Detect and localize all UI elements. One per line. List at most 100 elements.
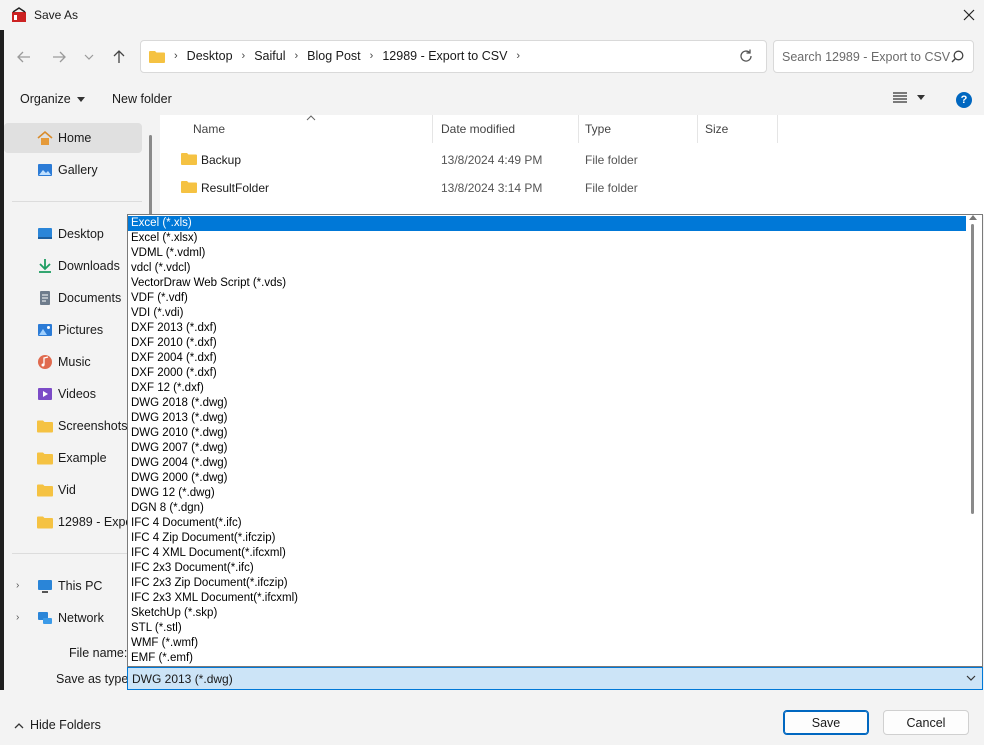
type-option[interactable]: DWG 2004 (*.dwg) (128, 456, 966, 471)
app-icon (11, 7, 27, 23)
save-as-type-select[interactable]: DWG 2013 (*.dwg) (127, 667, 983, 690)
column-header-name[interactable]: Name (193, 122, 225, 136)
type-option-list: Excel (*.xls) Excel (*.xlsx) VDML (*.vdml)… (128, 216, 966, 666)
file-row[interactable]: ResultFolder 13/8/2024 3:14 PM File fold… (160, 174, 984, 202)
sidebar-item-network[interactable]: › Network (4, 603, 142, 633)
file-name-label: File name: (69, 646, 128, 660)
column-header-size[interactable]: Size (705, 122, 728, 136)
sidebar-item-this-pc[interactable]: › This PC (4, 571, 142, 601)
file-row[interactable]: Backup 13/8/2024 4:49 PM File folder (160, 146, 984, 174)
hide-folders-button[interactable]: Hide Folders (14, 718, 101, 732)
type-option[interactable]: DWG 2010 (*.dwg) (128, 426, 966, 441)
type-option[interactable]: VectorDraw Web Script (*.vds) (128, 276, 966, 291)
sidebar-item-export-to-csv[interactable]: 12989 - Export to CSV (4, 507, 142, 537)
sidebar-item-label: Example (58, 451, 107, 465)
save-button[interactable]: Save (783, 710, 869, 735)
chevron-right-icon[interactable]: › (16, 612, 19, 623)
videos-icon (38, 388, 52, 400)
type-option[interactable]: VDI (*.vdi) (128, 306, 966, 321)
type-option[interactable]: IFC 2x3 Zip Document(*.ifczip) (128, 576, 966, 591)
type-option[interactable]: DXF 2004 (*.dxf) (128, 351, 966, 366)
type-option[interactable]: IFC 4 Document(*.ifc) (128, 516, 966, 531)
column-header-type[interactable]: Type (585, 122, 611, 136)
view-options-button[interactable] (893, 92, 925, 103)
close-button[interactable] (954, 0, 984, 30)
breadcrumb-item[interactable]: Saiful (254, 49, 285, 63)
file-list: Name Date modified Type Size Backup 13/8… (160, 115, 984, 215)
new-folder-button[interactable]: New folder (112, 92, 172, 106)
sort-up-icon (306, 115, 316, 121)
sidebar-item-home[interactable]: Home (4, 123, 142, 153)
sidebar-item-screenshots[interactable]: Screenshots (4, 411, 142, 441)
cancel-button[interactable]: Cancel (883, 710, 969, 735)
type-option[interactable]: IFC 2x3 Document(*.ifc) (128, 561, 966, 576)
folder-icon (181, 153, 197, 165)
type-option[interactable]: DWG 12 (*.dwg) (128, 486, 966, 501)
search-input[interactable]: Search 12989 - Export to CSV (782, 50, 950, 64)
sidebar-item-downloads[interactable]: Downloads (4, 251, 142, 281)
sidebar-item-label: Desktop (58, 227, 104, 241)
scrollbar-thumb[interactable] (971, 224, 974, 514)
type-option[interactable]: Excel (*.xls) (128, 216, 966, 231)
sidebar-item-gallery[interactable]: Gallery (4, 155, 142, 185)
breadcrumb-item[interactable]: Blog Post (307, 49, 361, 63)
type-option[interactable]: EMF (*.emf) (128, 651, 966, 666)
sidebar-item-music[interactable]: Music (4, 347, 142, 377)
chevron-right-icon[interactable]: › (16, 580, 19, 591)
folder-icon (37, 516, 53, 529)
type-option[interactable]: IFC 4 Zip Document(*.ifczip) (128, 531, 966, 546)
breadcrumb-item[interactable]: Desktop (187, 49, 233, 63)
chevron-down-icon (966, 675, 976, 681)
organize-menu[interactable]: Organize (20, 92, 85, 106)
sidebar-item-example[interactable]: Example (4, 443, 142, 473)
close-icon (963, 9, 975, 21)
type-option[interactable]: DGN 8 (*.dgn) (128, 501, 966, 516)
breadcrumb-item[interactable]: 12989 - Export to CSV (382, 49, 507, 63)
type-option[interactable]: DWG 2000 (*.dwg) (128, 471, 966, 486)
type-option[interactable]: VDF (*.vdf) (128, 291, 966, 306)
type-option[interactable]: IFC 2x3 XML Document(*.ifcxml) (128, 591, 966, 606)
type-option[interactable]: DWG 2013 (*.dwg) (128, 411, 966, 426)
column-header-date[interactable]: Date modified (441, 122, 515, 136)
dropdown-scrollbar[interactable] (965, 215, 981, 665)
type-option[interactable]: WMF (*.wmf) (128, 636, 966, 651)
save-as-type-label: Save as type: (56, 672, 132, 686)
type-option[interactable]: DXF 2010 (*.dxf) (128, 336, 966, 351)
sidebar-item-label: Network (58, 611, 104, 625)
organize-label: Organize (20, 92, 71, 106)
sidebar-item-videos[interactable]: Videos (4, 379, 142, 409)
music-icon (38, 355, 52, 369)
help-button[interactable]: ? (956, 92, 972, 108)
refresh-button[interactable] (738, 48, 756, 66)
type-option[interactable]: STL (*.stl) (128, 621, 966, 636)
desktop-icon (38, 228, 52, 239)
documents-icon (40, 291, 50, 305)
type-option[interactable]: DXF 2000 (*.dxf) (128, 366, 966, 381)
file-date: 13/8/2024 3:14 PM (441, 181, 543, 195)
file-name: ResultFolder (201, 181, 270, 195)
type-option[interactable]: Excel (*.xlsx) (128, 231, 966, 246)
scroll-up-icon[interactable] (969, 215, 977, 220)
sidebar-item-vid[interactable]: Vid (4, 475, 142, 505)
folder-icon (37, 420, 53, 433)
sidebar-item-documents[interactable]: Documents (4, 283, 142, 313)
save-as-type-dropdown: Excel (*.xls) Excel (*.xlsx) VDML (*.vdml)… (127, 214, 983, 667)
up-button[interactable] (104, 42, 134, 72)
back-button[interactable] (9, 42, 39, 72)
folder-icon (181, 181, 197, 193)
type-option[interactable]: DXF 12 (*.dxf) (128, 381, 966, 396)
search-box[interactable]: Search 12989 - Export to CSV (773, 40, 974, 73)
type-option[interactable]: SketchUp (*.skp) (128, 606, 966, 621)
type-option[interactable]: IFC 4 XML Document(*.ifcxml) (128, 546, 966, 561)
type-option[interactable]: vdcl (*.vdcl) (128, 261, 966, 276)
address-bar[interactable]: › Desktop › Saiful › Blog Post › 12989 -… (140, 40, 767, 73)
sidebar-item-label: Music (58, 355, 91, 369)
recent-locations-button[interactable] (76, 42, 102, 72)
sidebar-item-desktop[interactable]: Desktop (4, 219, 142, 249)
type-option[interactable]: DXF 2013 (*.dxf) (128, 321, 966, 336)
forward-button[interactable] (44, 42, 74, 72)
type-option[interactable]: DWG 2007 (*.dwg) (128, 441, 966, 456)
type-option[interactable]: DWG 2018 (*.dwg) (128, 396, 966, 411)
sidebar-item-pictures[interactable]: Pictures (4, 315, 142, 345)
type-option[interactable]: VDML (*.vdml) (128, 246, 966, 261)
